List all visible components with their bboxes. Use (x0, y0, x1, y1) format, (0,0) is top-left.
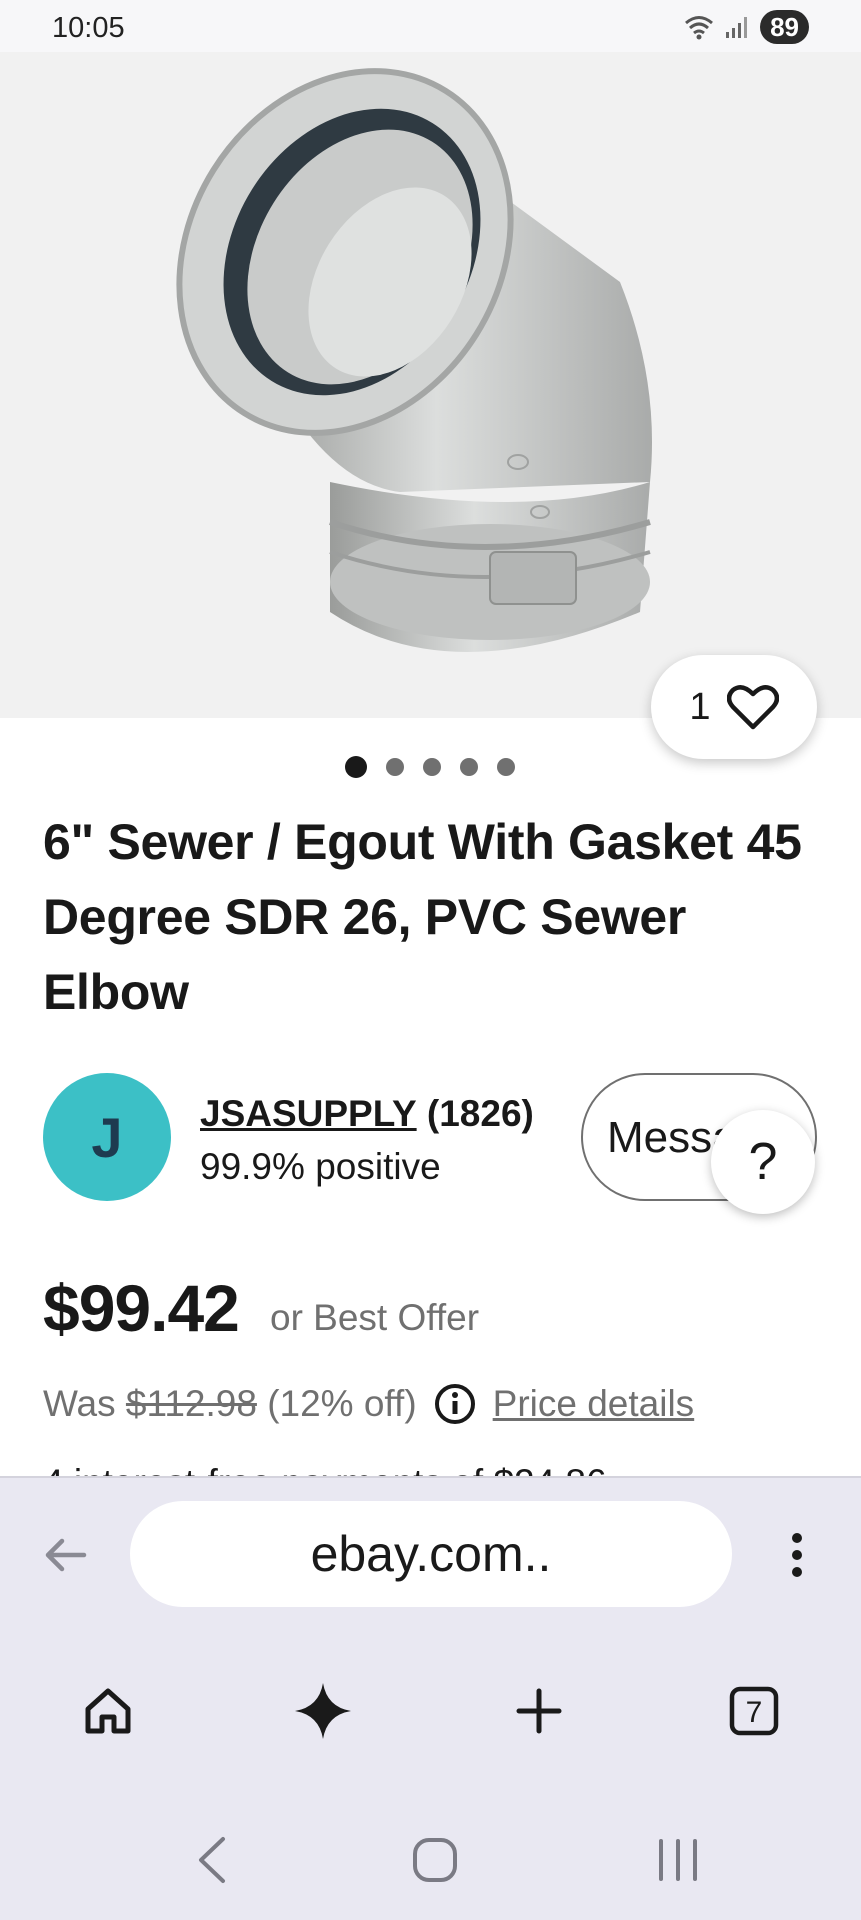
signal-icon (726, 17, 748, 38)
seller-name-link[interactable]: JSASUPPLY (200, 1093, 417, 1134)
recents-icon (659, 1839, 697, 1881)
product-title: 6" Sewer / Egout With Gasket 45 Degree S… (43, 814, 802, 1020)
product-image[interactable] (0, 52, 861, 718)
item-price: $99.42 (43, 1271, 240, 1345)
sparkle-icon (295, 1683, 351, 1739)
status-time: 10:05 (52, 12, 125, 44)
gallery-dot[interactable] (497, 758, 515, 776)
seller-feedback-score: 99.9% positive (200, 1146, 441, 1187)
original-price: $112.98 (125, 1383, 257, 1424)
info-icon[interactable] (433, 1382, 477, 1426)
home-circle-icon (413, 1838, 457, 1882)
chevron-left-icon (199, 1837, 225, 1883)
gallery-pagination[interactable] (345, 756, 515, 778)
more-options-icon[interactable] (786, 1530, 808, 1580)
best-offer-label: or Best Offer (270, 1297, 480, 1338)
watchlist-button[interactable]: 1 (651, 655, 817, 759)
seller-name-row: JSASUPPLY (1826) (200, 1093, 534, 1135)
gallery-dot[interactable] (423, 758, 441, 776)
home-button[interactable] (73, 1676, 143, 1746)
gallery-dot[interactable] (386, 758, 404, 776)
status-bar: 10:05 89 (0, 0, 861, 52)
heart-icon (726, 685, 779, 730)
gallery-dot[interactable] (460, 758, 478, 776)
plus-icon (516, 1688, 562, 1734)
url-bar[interactable]: ebay.com.. (130, 1501, 732, 1607)
ai-sparkle-button[interactable] (288, 1676, 358, 1746)
price-details-link[interactable]: Price details (493, 1383, 695, 1425)
system-home-button[interactable] (400, 1830, 470, 1890)
seller-avatar[interactable]: J (43, 1073, 171, 1201)
url-text: ebay.com.. (310, 1526, 552, 1582)
like-count: 1 (689, 685, 711, 728)
tab-count: 7 (746, 1696, 763, 1729)
tabs-switcher-button[interactable]: 7 (719, 1676, 789, 1746)
help-button[interactable]: ? (711, 1110, 815, 1214)
discount-percent: (12% off) (267, 1383, 417, 1424)
gallery-dot[interactable] (345, 756, 367, 778)
new-tab-button[interactable] (504, 1676, 574, 1746)
status-icons: 89 (684, 10, 809, 44)
home-icon (85, 1688, 131, 1734)
system-recents-button[interactable] (643, 1830, 713, 1890)
was-price-row: Was $112.98 (12% off) Price details (43, 1382, 694, 1426)
system-back-button[interactable] (176, 1830, 246, 1890)
wifi-icon (685, 16, 714, 40)
tabs-icon: 7 (729, 1686, 779, 1736)
was-label: Was (43, 1383, 116, 1424)
pvc-elbow-image (176, 68, 652, 652)
battery-indicator: 89 (760, 10, 809, 44)
back-arrow-icon[interactable] (40, 1530, 90, 1580)
seller-feedback-count: (1826) (426, 1093, 534, 1134)
